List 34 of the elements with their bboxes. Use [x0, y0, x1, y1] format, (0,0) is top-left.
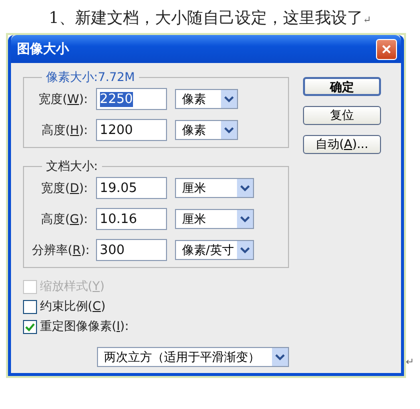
input-field[interactable]: 10.16: [96, 208, 167, 230]
dialog-button[interactable]: 自动(A)...: [302, 135, 381, 154]
unit-dropdown[interactable]: 厘米: [174, 209, 254, 229]
field-label: 高度(G):: [40, 210, 88, 228]
field-label: 宽度(W):: [38, 90, 88, 108]
field-label: 分辨率(R):: [32, 242, 88, 258]
close-button[interactable]: ✕: [376, 38, 397, 60]
caret-icon: [272, 348, 288, 366]
unit-dropdown[interactable]: 厘米: [174, 178, 254, 198]
checkbox[interactable]: 约束比例(C): [22, 298, 289, 315]
caret-icon: [236, 179, 253, 197]
dialog-button[interactable]: 复位: [302, 106, 381, 125]
checkbox[interactable]: 重定图像像素(I):: [22, 318, 289, 335]
input-field[interactable]: 2250: [96, 88, 167, 110]
resample-dropdown[interactable]: 两次立方（适用于平滑渐变）: [96, 347, 289, 367]
unit-dropdown[interactable]: 像素: [174, 120, 238, 140]
field-label: 宽度(D):: [40, 180, 88, 196]
input-field[interactable]: 300: [96, 239, 167, 261]
input-field[interactable]: 1200: [96, 119, 167, 141]
dialog-button[interactable]: 确定: [302, 77, 381, 96]
paragraph-mark: ↵: [406, 357, 414, 368]
caret-icon: [236, 241, 253, 259]
field-label: 高度(H):: [40, 122, 88, 138]
caret-icon: [220, 90, 237, 108]
group-title: 像素大小:7.72M: [44, 69, 136, 86]
window-title: 图像大小: [16, 41, 69, 58]
check-icon: [24, 322, 35, 332]
caret-icon: [236, 210, 253, 228]
unit-dropdown[interactable]: 像素/英寸: [174, 240, 254, 260]
group-title: 文档大小:: [44, 158, 99, 175]
caret-icon: [220, 121, 237, 139]
unit-dropdown[interactable]: 像素: [174, 89, 238, 109]
input-field[interactable]: 19.05: [96, 177, 167, 199]
caption-text: 1、新建文档，大小随自己设定，这里我设了↵: [48, 8, 372, 29]
